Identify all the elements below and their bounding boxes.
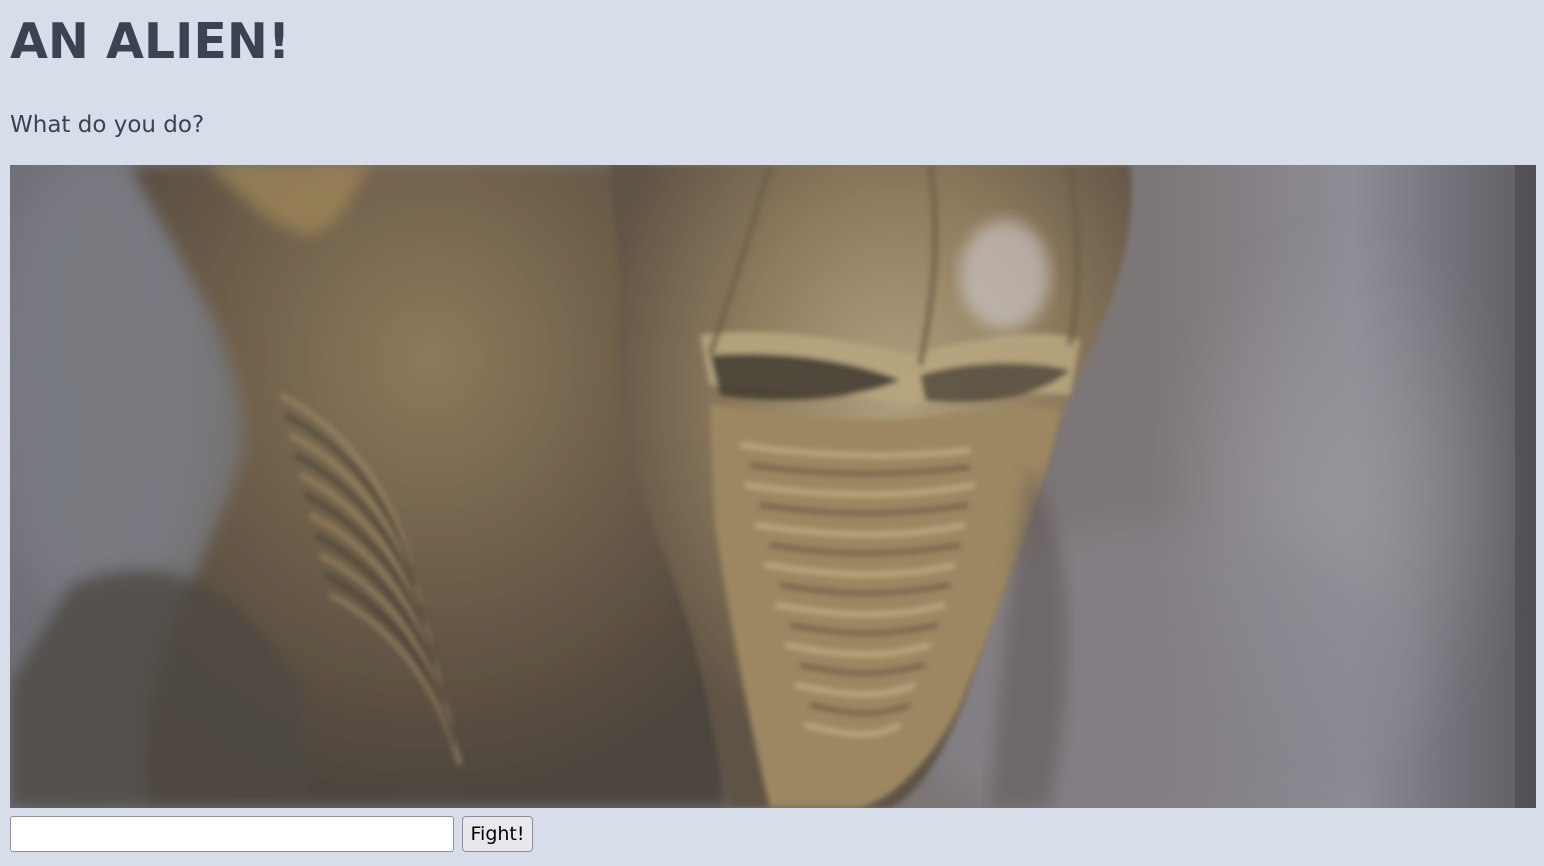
alien-image bbox=[10, 165, 1536, 808]
page-title: AN ALIEN! bbox=[10, 13, 291, 70]
alien-illustration bbox=[10, 165, 1536, 808]
action-input[interactable] bbox=[10, 816, 454, 852]
fight-button[interactable]: Fight! bbox=[462, 816, 533, 852]
scene-prompt: What do you do? bbox=[10, 112, 205, 138]
